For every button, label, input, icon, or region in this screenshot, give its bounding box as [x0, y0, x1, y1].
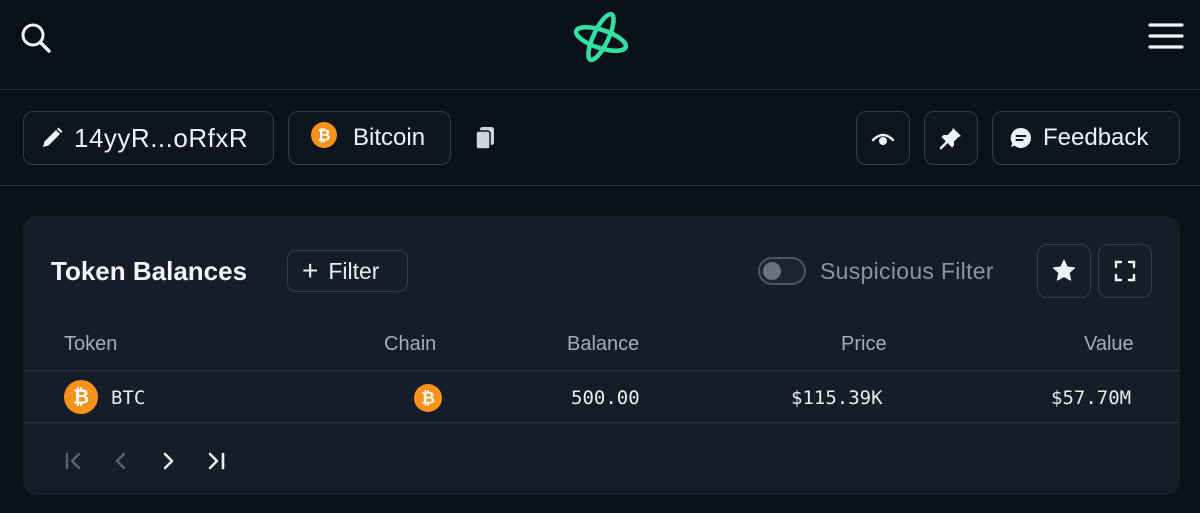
top-bar [0, 0, 1200, 90]
chevron-right-icon [163, 452, 174, 470]
add-filter-button[interactable]: + Filter [287, 250, 408, 292]
column-header-balance[interactable]: Balance [567, 333, 639, 356]
bitcoin-icon: ₿ [311, 121, 337, 155]
card-title: Token Balances [51, 256, 248, 286]
chat-bubble-icon [1010, 127, 1031, 148]
token-symbol: BTC [111, 387, 146, 409]
chain-selector-button[interactable]: ₿ Bitcoin [288, 111, 451, 165]
first-page-button[interactable] [61, 448, 87, 474]
token-balance: 500.00 [571, 387, 640, 409]
copy-icon[interactable] [470, 123, 500, 153]
pin-button[interactable] [924, 111, 978, 165]
bitcoin-icon: ₿ [414, 384, 442, 417]
last-page-button[interactable] [203, 448, 229, 474]
pencil-icon [43, 127, 63, 147]
column-header-chain[interactable]: Chain [384, 333, 436, 356]
column-header-price[interactable]: Price [841, 333, 887, 356]
token-price: $115.39K [791, 387, 883, 409]
plus-icon: + [302, 255, 319, 286]
column-header-value[interactable]: Value [1084, 333, 1134, 356]
toggle-knob [763, 262, 781, 280]
expand-icon [1114, 260, 1136, 282]
fullscreen-button[interactable] [1098, 244, 1152, 298]
eye-icon [871, 133, 895, 145]
previous-page-button[interactable] [108, 448, 134, 474]
suspicious-filter-label: Suspicious Filter [820, 258, 994, 284]
divider [23, 422, 1180, 423]
first-page-icon [65, 452, 81, 470]
token-value: $57.70M [1051, 387, 1132, 409]
search-icon[interactable] [14, 16, 58, 60]
hamburger-menu-icon[interactable] [1142, 16, 1190, 56]
chain-label: Bitcoin [353, 124, 426, 151]
table-row[interactable]: ₿ BTC ₿ 500.00 $115.39K $57.70M [23, 371, 1180, 423]
column-header-token[interactable]: Token [64, 333, 117, 356]
chevron-left-icon [115, 452, 126, 470]
address-label: 14yyR...oRfxR [74, 122, 249, 153]
favorite-button[interactable] [1037, 244, 1091, 298]
bitcoin-icon: ₿ [64, 380, 98, 419]
address-toolbar: 14yyR...oRfxR ₿ Bitcoin Feedback [0, 91, 1200, 186]
svg-text:₿: ₿ [421, 389, 435, 409]
star-icon [1052, 259, 1076, 281]
address-button[interactable]: 14yyR...oRfxR [23, 111, 274, 165]
last-page-icon [208, 452, 225, 470]
token-balances-card: Token Balances + Filter Suspicious Filte… [23, 216, 1180, 495]
feedback-button[interactable]: Feedback [992, 111, 1180, 165]
next-page-button[interactable] [155, 448, 181, 474]
pin-icon [939, 128, 961, 150]
watch-button[interactable] [856, 111, 910, 165]
svg-text:₿: ₿ [73, 385, 89, 409]
svg-text:₿: ₿ [317, 125, 330, 144]
logo-icon[interactable] [570, 8, 632, 66]
filter-label: Filter [328, 257, 380, 284]
feedback-label: Feedback [1043, 124, 1149, 151]
suspicious-filter-toggle[interactable] [758, 257, 806, 285]
